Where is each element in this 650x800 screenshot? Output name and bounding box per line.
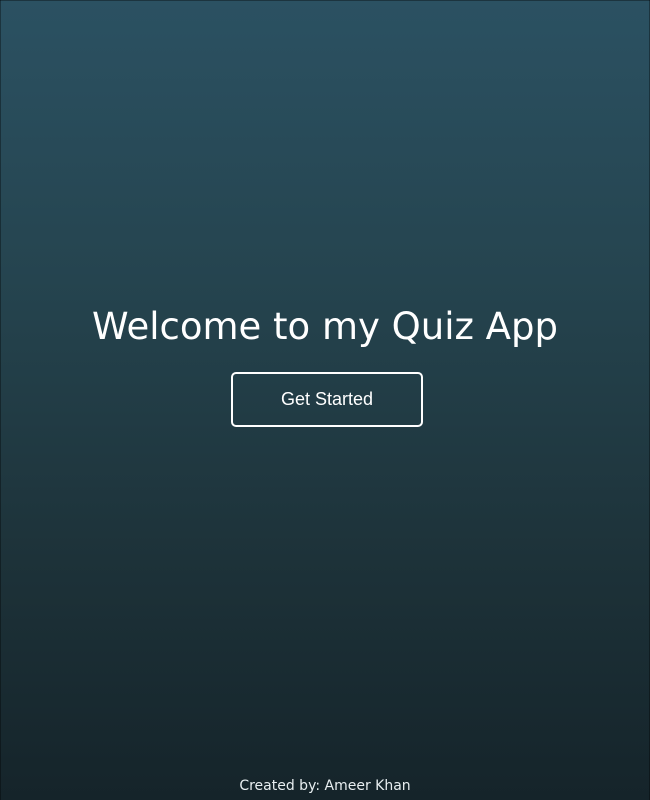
left-border [0, 0, 1, 800]
app-background: Welcome to my Quiz App Get Started Creat… [0, 0, 650, 800]
page-title: Welcome to my Quiz App [92, 305, 558, 348]
footer-credit: Created by: Ameer Khan [239, 778, 411, 794]
top-border [0, 0, 650, 1]
get-started-button[interactable]: Get Started [231, 372, 423, 427]
